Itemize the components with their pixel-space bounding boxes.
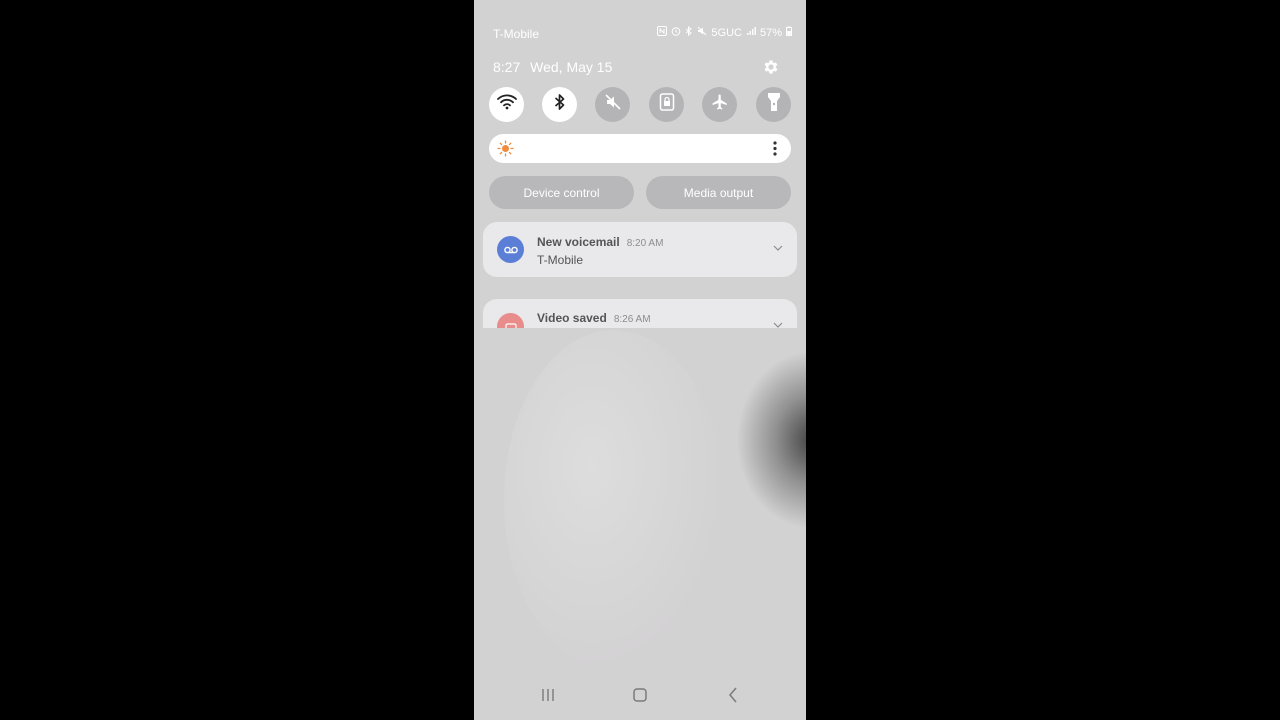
more-options-icon[interactable] <box>773 141 777 156</box>
quick-settings-row <box>489 87 791 123</box>
bluetooth-status-icon <box>685 25 693 40</box>
alarm-icon <box>671 26 681 40</box>
qs-sound-toggle[interactable] <box>595 87 630 122</box>
qs-flashlight-toggle[interactable] <box>756 87 791 122</box>
phone-screen: T-Mobile 5GUC 57% 8:27 Wed, May 15 Devic… <box>474 0 806 720</box>
voicemail-icon <box>497 236 524 263</box>
navigation-bar <box>474 676 806 720</box>
rotation-lock-icon <box>659 93 675 116</box>
notification-voicemail[interactable]: New voicemail 8:20 AM T-Mobile <box>483 222 797 277</box>
notification-title: New voicemail 8:20 AM <box>537 235 663 249</box>
sun-icon <box>497 140 514 157</box>
home-icon[interactable] <box>633 688 647 707</box>
wifi-icon <box>496 94 517 115</box>
notification-time: 8:26 AM <box>613 314 651 325</box>
chevron-down-icon[interactable] <box>773 315 783 328</box>
notification-title: Video saved 8:26 AM <box>537 311 651 325</box>
battery-label: 57% <box>759 27 782 39</box>
brightness-slider[interactable] <box>489 134 791 163</box>
back-icon[interactable] <box>728 687 738 708</box>
video-icon <box>497 313 524 328</box>
status-icons: 5GUC 57% <box>657 25 792 40</box>
qs-airplane-toggle[interactable] <box>702 87 737 122</box>
network-label: 5GUC <box>711 27 742 39</box>
airplane-icon <box>711 93 729 116</box>
notification-time: 8:20 AM <box>626 238 664 249</box>
mute-status-icon <box>697 26 707 40</box>
chevron-down-icon[interactable] <box>773 238 783 251</box>
media-output-button[interactable]: Media output <box>646 176 791 209</box>
notification-text: T-Mobile <box>537 253 584 267</box>
signal-icon <box>746 26 756 40</box>
carrier-label: T-Mobile <box>493 27 540 41</box>
qs-wifi-toggle[interactable] <box>489 87 524 122</box>
device-control-button[interactable]: Device control <box>489 176 634 209</box>
notification-video-saved[interactable]: Video saved 8:26 AM <box>483 299 797 328</box>
flashlight-icon <box>767 92 781 117</box>
qs-bluetooth-toggle[interactable] <box>542 87 577 122</box>
battery-icon <box>786 26 792 40</box>
finger-shadow <box>736 350 806 530</box>
background-wash <box>504 330 724 670</box>
panel-datetime: 8:27 Wed, May 15 <box>493 59 612 75</box>
recents-icon[interactable] <box>540 688 556 707</box>
bluetooth-icon <box>554 93 566 116</box>
notification-title-text: Video saved <box>537 311 607 325</box>
qs-rotation-lock-toggle[interactable] <box>649 87 684 122</box>
mute-icon <box>604 93 622 116</box>
clock: 8:27 <box>493 59 521 75</box>
notification-title-text: New voicemail <box>537 235 620 249</box>
date: Wed, May 15 <box>530 59 613 75</box>
status-bar: T-Mobile 5GUC 57% <box>474 24 806 44</box>
nfc-icon <box>657 26 668 40</box>
settings-gear-icon[interactable] <box>762 58 780 76</box>
